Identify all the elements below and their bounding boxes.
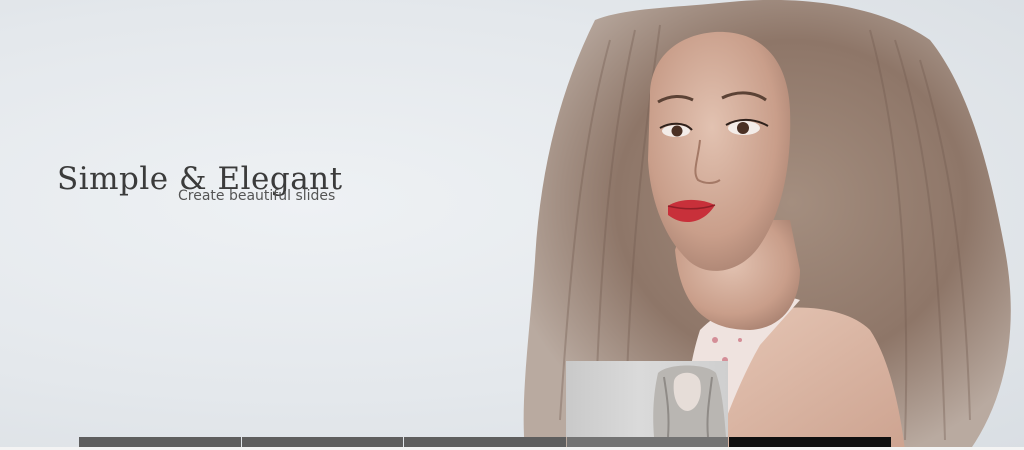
slide-subtitle: Create beautiful slides — [178, 188, 336, 204]
thumbnail-5-active[interactable] — [729, 437, 891, 447]
thumbnail-2[interactable] — [241, 437, 404, 447]
image-slider[interactable]: Simple & Elegant Create beautiful slides — [0, 0, 1024, 450]
thumbnail-1[interactable] — [79, 437, 241, 447]
thumbnail-preview-image — [653, 365, 726, 437]
thumbnail-3[interactable] — [404, 437, 566, 447]
thumbnail-navigation — [79, 437, 891, 447]
thumbnail-preview[interactable] — [566, 361, 728, 437]
thumbnail-4[interactable] — [566, 437, 729, 447]
